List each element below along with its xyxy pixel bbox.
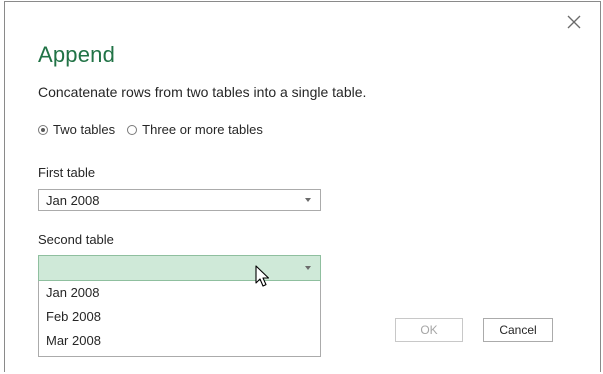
first-table-value: Jan 2008	[46, 193, 100, 208]
chevron-down-icon	[305, 266, 311, 270]
dialog-description: Concatenate rows from two tables into a …	[38, 84, 367, 100]
ok-button[interactable]: OK	[395, 318, 463, 342]
second-table-select[interactable]	[38, 255, 321, 281]
radio-checked-icon	[38, 124, 48, 135]
radio-two-tables-label: Two tables	[53, 122, 116, 137]
dialog-title: Append	[38, 42, 116, 67]
dropdown-option-mar-2008[interactable]: Mar 2008	[39, 329, 320, 353]
radio-two-tables[interactable]: Two tables	[38, 122, 115, 137]
table-count-radio-group: Two tables Three or more tables	[38, 122, 275, 137]
first-table-select[interactable]: Jan 2008	[38, 189, 321, 211]
second-table-label: Second table	[38, 232, 114, 247]
close-icon	[567, 15, 581, 29]
append-dialog: Append Concatenate rows from two tables …	[4, 1, 601, 372]
second-table-dropdown-list: Jan 2008 Feb 2008 Mar 2008	[38, 281, 321, 357]
radio-three-or-more-tables[interactable]: Three or more tables	[127, 122, 263, 137]
close-button[interactable]	[565, 13, 583, 31]
dropdown-option-jan-2008[interactable]: Jan 2008	[39, 281, 320, 305]
dropdown-option-feb-2008[interactable]: Feb 2008	[39, 305, 320, 329]
first-table-label: First table	[38, 165, 96, 180]
radio-unchecked-icon	[127, 124, 138, 135]
chevron-down-icon	[305, 198, 311, 202]
radio-three-or-more-tables-label: Three or more tables	[142, 122, 263, 137]
cancel-button[interactable]: Cancel	[483, 318, 553, 342]
